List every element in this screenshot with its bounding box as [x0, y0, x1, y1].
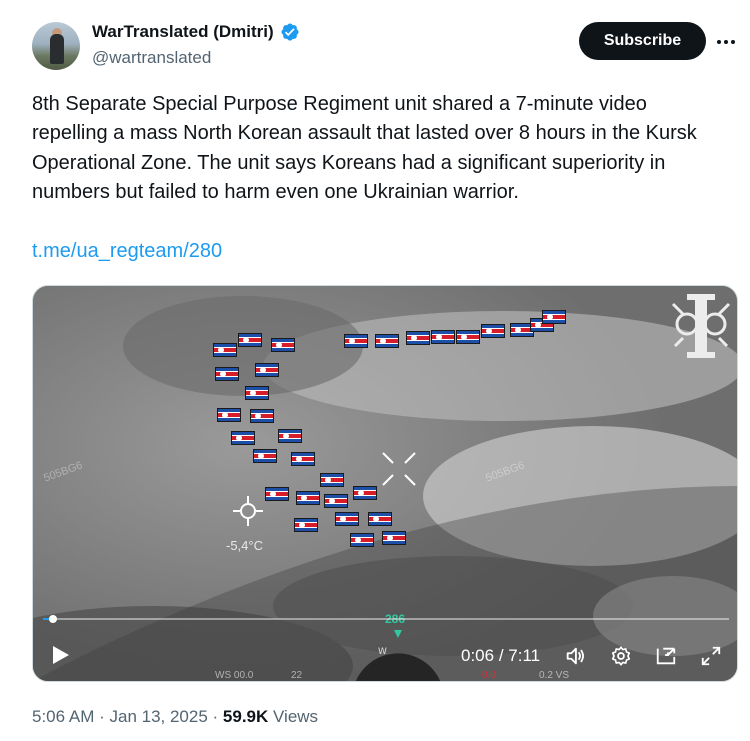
avatar[interactable] — [32, 22, 80, 70]
flag-marker — [368, 512, 392, 526]
video-time-display: 0:06 / 7:11 — [461, 646, 540, 666]
gear-icon[interactable] — [610, 645, 632, 667]
subscribe-button[interactable]: Subscribe — [579, 22, 706, 60]
views-label-text: Views — [273, 707, 319, 726]
flag-marker — [353, 486, 377, 500]
tweet-header: WarTranslated (Dmitri) @wartranslated Su… — [32, 20, 735, 74]
volume-icon[interactable] — [564, 645, 586, 667]
tweet-link[interactable]: t.me/ua_regteam/280 — [32, 240, 222, 263]
time-separator: / — [494, 646, 509, 665]
flag-marker — [238, 333, 262, 347]
flag-marker — [231, 431, 255, 445]
flag-marker — [215, 367, 239, 381]
compass-dial-icon: W — [355, 630, 441, 681]
flag-marker — [344, 334, 368, 348]
flag-marker — [294, 518, 318, 532]
flag-marker — [217, 408, 241, 422]
hud-readout-mid: 0.0 — [482, 670, 496, 681]
flag-marker — [255, 363, 279, 377]
author-name-row[interactable]: WarTranslated (Dmitri) — [92, 22, 300, 42]
author-handle[interactable]: @wartranslated — [92, 48, 211, 68]
reticle-icon — [233, 496, 263, 526]
flag-marker — [245, 386, 269, 400]
compass-letter: W — [378, 647, 387, 657]
tweet-time[interactable]: 5:06 AM — [32, 707, 94, 727]
more-options-icon[interactable] — [714, 32, 738, 52]
flag-marker — [335, 512, 359, 526]
flag-marker — [213, 343, 237, 357]
flag-marker — [375, 334, 399, 348]
unit-emblem-icon — [671, 294, 731, 358]
verified-badge-icon — [281, 23, 299, 41]
picture-in-picture-icon[interactable] — [655, 645, 677, 667]
meta-separator: · — [207, 707, 223, 726]
video-player[interactable]: -5,4°C 505BG6 505BG6 286 W WS 00.0 22 0.… — [32, 285, 738, 682]
flag-marker — [350, 533, 374, 547]
flag-marker — [296, 491, 320, 505]
display-name[interactable]: WarTranslated (Dmitri) — [92, 22, 274, 42]
flag-marker — [456, 330, 480, 344]
meta-separator: · — [94, 707, 110, 726]
flag-marker — [250, 409, 274, 423]
target-crosshair-icon — [382, 452, 416, 486]
flag-marker — [481, 324, 505, 338]
video-progress-bar[interactable] — [43, 618, 729, 620]
flag-marker — [542, 310, 566, 324]
flag-marker — [320, 473, 344, 487]
fullscreen-icon[interactable] — [700, 645, 722, 667]
tweet-meta: 5:06 AM · Jan 13, 2025 · 59.9K Views — [32, 707, 318, 727]
flag-marker — [431, 330, 455, 344]
hud-readout-left2: 22 — [291, 670, 303, 681]
flag-marker — [291, 452, 315, 466]
flag-marker — [324, 494, 348, 508]
flag-marker — [406, 331, 430, 345]
flag-marker — [253, 449, 277, 463]
flag-marker — [278, 429, 302, 443]
hud-readout-left: WS 00.0 — [215, 670, 254, 681]
flag-marker — [271, 338, 295, 352]
temperature-readout: -5,4°C — [226, 538, 263, 553]
views-label: Views — [268, 707, 318, 727]
play-icon[interactable] — [49, 644, 71, 666]
flag-marker — [382, 531, 406, 545]
views-count: 59.9K — [222, 707, 269, 726]
tweet-date[interactable]: Jan 13, 2025 — [109, 707, 207, 727]
hud-readout-right: 0.2 VS — [539, 670, 570, 681]
duration: 7:11 — [508, 646, 541, 665]
tweet-text: 8th Separate Special Purpose Regiment un… — [32, 93, 697, 203]
current-time: 0:06 — [461, 646, 495, 665]
flag-marker — [265, 487, 289, 501]
video-scrubber-handle[interactable] — [48, 615, 57, 623]
